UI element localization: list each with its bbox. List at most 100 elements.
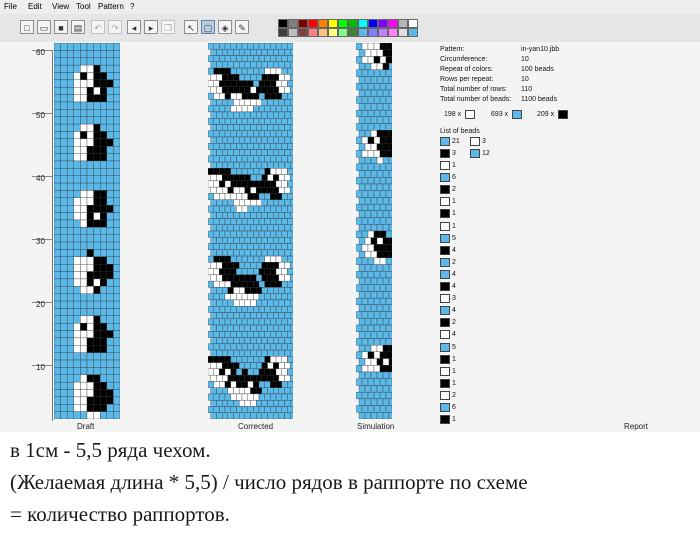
redo-icon[interactable]: ↷: [108, 20, 122, 34]
palette-swatch[interactable]: [308, 19, 318, 28]
bead: [224, 243, 231, 250]
bead: [54, 50, 61, 58]
palette-swatch[interactable]: [308, 28, 318, 37]
bead: [367, 123, 375, 131]
bead: [253, 67, 260, 75]
bead: [253, 368, 260, 376]
palette-swatch[interactable]: [368, 28, 378, 37]
draft-panel[interactable]: [54, 43, 120, 419]
print-icon[interactable]: ▤: [71, 20, 85, 34]
bead: [219, 230, 226, 238]
bead: [261, 337, 268, 344]
palette-swatch[interactable]: [398, 28, 408, 37]
simulation-panel[interactable]: [356, 43, 392, 419]
bead: [275, 168, 282, 175]
bead: [264, 280, 271, 288]
menu-help[interactable]: ?: [130, 2, 134, 11]
corrected-panel[interactable]: [208, 43, 293, 419]
bead: [356, 56, 363, 64]
bead: [278, 174, 285, 182]
bead: [113, 381, 120, 390]
palette-swatch[interactable]: [368, 19, 378, 28]
bead: [73, 72, 81, 81]
bead: [358, 103, 366, 111]
bead: [356, 297, 363, 306]
palette-swatch[interactable]: [348, 19, 358, 28]
bead: [210, 136, 217, 144]
pointer-icon[interactable]: ↖: [184, 20, 198, 34]
copy-icon[interactable]: ❐: [161, 20, 175, 34]
palette-swatch[interactable]: [288, 19, 298, 28]
palette-swatch[interactable]: [298, 28, 308, 37]
bead: [270, 230, 277, 238]
bead: [100, 57, 107, 66]
bead: [224, 331, 231, 338]
bead: [361, 257, 369, 265]
bead: [241, 193, 248, 200]
palette-swatch[interactable]: [288, 28, 298, 37]
bead: [73, 101, 81, 110]
palette-swatch[interactable]: [358, 28, 368, 37]
bead: [208, 381, 214, 388]
undo-icon[interactable]: ↶: [91, 20, 105, 34]
palette-swatch[interactable]: [378, 19, 388, 28]
arrow-left-icon[interactable]: ◂: [127, 20, 141, 34]
menu-tool[interactable]: Tool: [76, 2, 91, 11]
bead: [221, 387, 229, 395]
palette-swatch[interactable]: [338, 19, 348, 28]
palette-swatch[interactable]: [408, 28, 418, 37]
open-folder-icon[interactable]: ▭: [37, 20, 51, 34]
palette-swatch[interactable]: [388, 19, 398, 28]
bead: [100, 64, 107, 73]
bead: [219, 293, 226, 301]
bead: [382, 130, 390, 138]
bead: [379, 351, 387, 359]
bead: [80, 411, 88, 419]
bead: [216, 349, 223, 357]
menu-pattern[interactable]: Pattern: [98, 2, 124, 11]
palette-swatch[interactable]: [298, 19, 308, 28]
bead: [267, 224, 274, 232]
palette-swatch[interactable]: [328, 28, 338, 37]
palette-swatch[interactable]: [278, 28, 288, 37]
new-document-icon[interactable]: □: [20, 20, 34, 34]
bead: [289, 224, 293, 232]
bead: [287, 92, 293, 100]
bead: [73, 367, 81, 375]
palette-swatch[interactable]: [328, 19, 338, 28]
bead: [247, 143, 254, 150]
fill-bucket-icon[interactable]: ◈: [218, 20, 232, 34]
bead: [73, 131, 81, 140]
bead: [238, 299, 246, 307]
palette-swatch[interactable]: [358, 19, 368, 28]
palette-swatch[interactable]: [378, 28, 388, 37]
palette-swatch[interactable]: [388, 28, 398, 37]
arrow-right-icon[interactable]: ▸: [144, 20, 158, 34]
bead: [370, 264, 378, 272]
palette-swatch[interactable]: [278, 19, 288, 28]
palette-swatch[interactable]: [348, 28, 358, 37]
save-icon[interactable]: ■: [54, 20, 68, 34]
bead: [224, 368, 231, 376]
menu-view[interactable]: View: [52, 2, 69, 11]
select-rectangle-icon[interactable]: ▢: [201, 20, 215, 34]
menu-edit[interactable]: Edit: [28, 2, 42, 11]
palette-swatch[interactable]: [338, 28, 348, 37]
palette-swatch[interactable]: [398, 19, 408, 28]
bead: [361, 324, 369, 332]
pencil-icon[interactable]: ✎: [235, 20, 249, 34]
bead: [60, 411, 68, 419]
bead: [247, 318, 254, 326]
palette-swatch[interactable]: [408, 19, 418, 28]
menu-file[interactable]: File: [4, 2, 17, 11]
palette-swatch[interactable]: [318, 28, 328, 37]
palette-swatch[interactable]: [318, 19, 328, 28]
bead: [250, 199, 257, 207]
bead: [221, 324, 229, 332]
bead: [267, 237, 274, 244]
bead: [67, 308, 74, 316]
bead: [210, 312, 217, 319]
bead: [244, 324, 251, 332]
bead: [100, 79, 107, 88]
bead: [73, 43, 81, 51]
